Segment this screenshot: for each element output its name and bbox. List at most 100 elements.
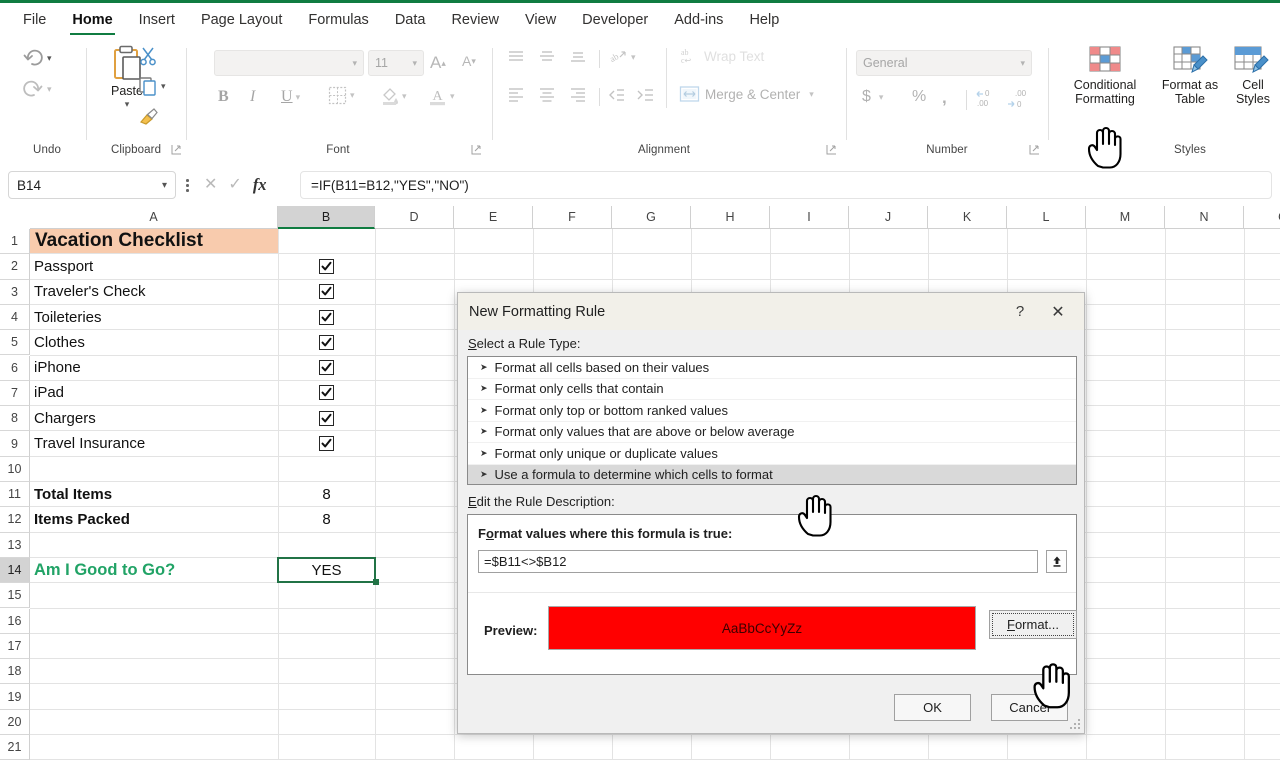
alignment-dialog-launcher[interactable] [826, 144, 837, 155]
dialog-help-button[interactable]: ? [1002, 303, 1038, 320]
rule-type-item-0[interactable]: ➤Format all cells based on their values [468, 357, 1076, 379]
rule-type-list[interactable]: ➤Format all cells based on their values➤… [467, 356, 1077, 485]
column-header-N[interactable]: N [1165, 206, 1244, 229]
rule-type-item-5[interactable]: ➤Use a formula to determine which cells … [468, 465, 1076, 486]
chevron-down-icon[interactable]: ▾ [1020, 58, 1025, 69]
ribbon-tab-insert[interactable]: Insert [126, 3, 188, 36]
undo-chevron-icon[interactable]: ▾ [47, 54, 52, 63]
ribbon-tab-review[interactable]: Review [438, 3, 512, 36]
merge-center-button[interactable]: Merge & Center ▾ [679, 84, 814, 104]
column-header-K[interactable]: K [928, 206, 1007, 229]
format-as-table-button[interactable]: Format as Table [1150, 44, 1230, 106]
column-header-L[interactable]: L [1007, 206, 1086, 229]
wrap-text-button[interactable]: ab c↩ Wrap Text [679, 46, 764, 66]
row-header-10[interactable]: 10 [0, 457, 30, 482]
number-dialog-launcher[interactable] [1029, 144, 1040, 155]
font-size-combo[interactable]: 11 ▾ [368, 50, 424, 76]
checkbox-cell-B7[interactable] [278, 381, 375, 405]
chevron-down-icon[interactable]: ▾ [412, 58, 417, 69]
decrease-font-size-button[interactable]: A▾ [462, 53, 476, 69]
checkbox-checked-icon[interactable] [319, 385, 334, 400]
decrease-indent-button[interactable] [606, 86, 626, 104]
row-header-19[interactable]: 19 [0, 684, 30, 709]
checkbox-checked-icon[interactable] [319, 284, 334, 299]
redo-button[interactable]: ▾ [22, 79, 52, 99]
column-header-G[interactable]: G [612, 206, 691, 229]
rule-type-item-3[interactable]: ➤Format only values that are above or be… [468, 422, 1076, 444]
checkbox-cell-B5[interactable] [278, 330, 375, 354]
underline-chevron-icon[interactable]: ▾ [296, 93, 301, 102]
cell-A14[interactable]: Am I Good to Go? [30, 558, 278, 582]
cell-B14[interactable]: YES [278, 558, 375, 582]
row-header-14[interactable]: 14 [0, 558, 30, 583]
checkbox-checked-icon[interactable] [319, 360, 334, 375]
conditional-formatting-button[interactable]: Conditional Formatting [1060, 44, 1150, 106]
column-header-B[interactable]: B [278, 206, 375, 229]
font-dialog-launcher[interactable] [471, 144, 482, 155]
ribbon-tab-data[interactable]: Data [382, 3, 439, 36]
align-left-button[interactable] [506, 86, 526, 104]
rule-type-item-4[interactable]: ➤Format only unique or duplicate values [468, 443, 1076, 465]
row-header-12[interactable]: 12 [0, 507, 30, 532]
collapse-dialog-button[interactable] [1046, 550, 1067, 573]
row-header-4[interactable]: 4 [0, 305, 30, 330]
rule-formula-input[interactable]: =$B11<>$B12 [478, 550, 1038, 573]
ribbon-tab-view[interactable]: View [512, 3, 569, 36]
align-center-button[interactable] [537, 86, 557, 104]
cell-A1[interactable]: Vacation Checklist [30, 229, 278, 253]
checkbox-cell-B4[interactable] [278, 305, 375, 329]
cell-B11[interactable]: 8 [278, 482, 375, 506]
row-header-17[interactable]: 17 [0, 634, 30, 659]
row-header-15[interactable]: 15 [0, 583, 30, 608]
checkbox-checked-icon[interactable] [319, 411, 334, 426]
ribbon-tab-add-ins[interactable]: Add-ins [661, 3, 736, 36]
dialog-resize-grip[interactable] [1070, 719, 1081, 730]
checkbox-cell-B8[interactable] [278, 406, 375, 430]
increase-indent-button[interactable] [635, 86, 655, 104]
chevron-down-icon[interactable]: ▾ [162, 180, 167, 191]
row-header-1[interactable]: 1 [0, 229, 30, 254]
row-header-8[interactable]: 8 [0, 406, 30, 431]
clipboard-dialog-launcher[interactable] [171, 144, 182, 155]
cell-A11[interactable]: Total Items [30, 482, 278, 506]
fill-color-button[interactable]: ▾ [380, 86, 407, 106]
bottom-align-button[interactable] [568, 48, 588, 66]
row-header-6[interactable]: 6 [0, 356, 30, 381]
dialog-close-button[interactable]: ✕ [1038, 302, 1078, 322]
cell-A7[interactable]: iPad [30, 381, 278, 405]
formula-bar-options-icon[interactable] [186, 177, 190, 193]
rule-type-item-1[interactable]: ➤Format only cells that contain [468, 379, 1076, 401]
undo-button[interactable]: ▾ [22, 48, 52, 68]
column-header-O[interactable]: O [1244, 206, 1280, 229]
row-header-21[interactable]: 21 [0, 735, 30, 760]
decrease-decimal-button[interactable]: .00 0 [1006, 88, 1030, 110]
checkbox-cell-B2[interactable] [278, 254, 375, 278]
chevron-down-icon[interactable]: ▾ [352, 58, 357, 69]
ribbon-tab-developer[interactable]: Developer [569, 3, 661, 36]
cell-A9[interactable]: Travel Insurance [30, 431, 278, 455]
cell-A2[interactable]: Passport [30, 254, 278, 278]
format-painter-button[interactable] [138, 106, 160, 126]
insert-function-icon[interactable]: fx [253, 177, 267, 194]
format-button[interactable]: Format... [989, 610, 1077, 639]
fill-color-chevron-icon[interactable]: ▾ [402, 92, 407, 101]
cell-A6[interactable]: iPhone [30, 356, 278, 380]
merge-center-chevron-icon[interactable]: ▾ [809, 90, 814, 99]
checkbox-checked-icon[interactable] [319, 310, 334, 325]
row-header-7[interactable]: 7 [0, 381, 30, 406]
italic-button[interactable]: I [250, 88, 255, 106]
ok-button[interactable]: OK [894, 694, 971, 721]
column-header-J[interactable]: J [849, 206, 928, 229]
top-align-button[interactable] [506, 48, 526, 66]
row-header-16[interactable]: 16 [0, 609, 30, 634]
cell-A12[interactable]: Items Packed [30, 507, 278, 531]
number-format-combo[interactable]: General ▾ [856, 50, 1032, 76]
orientation-button[interactable]: ab ▾ [608, 48, 636, 66]
name-box[interactable]: B14 ▾ [8, 171, 176, 199]
row-header-11[interactable]: 11 [0, 482, 30, 507]
cell-A3[interactable]: Traveler's Check [30, 280, 278, 304]
increase-decimal-button[interactable]: 0 .00 [974, 88, 998, 110]
cell-A5[interactable]: Clothes [30, 330, 278, 354]
redo-chevron-icon[interactable]: ▾ [47, 85, 52, 94]
cell-A4[interactable]: Toileteries [30, 305, 278, 329]
